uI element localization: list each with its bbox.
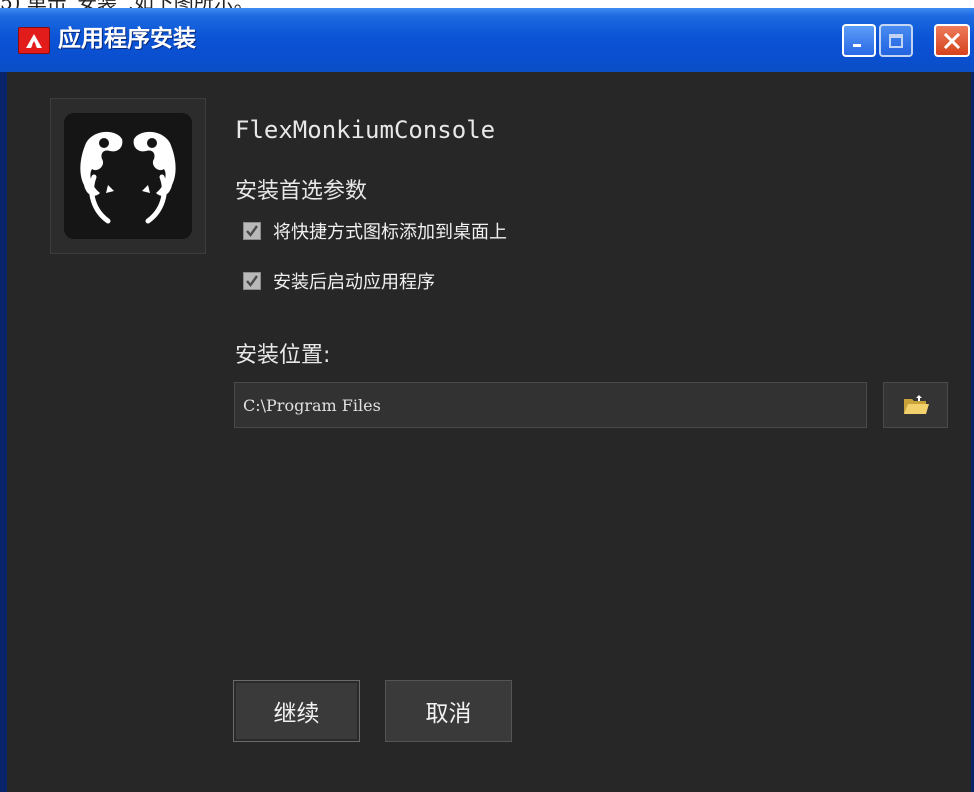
folder-open-icon [903,395,929,414]
add-shortcut-label: 将快捷方式图标添加到桌面上 [273,222,507,243]
checkmark-icon [246,225,258,237]
browse-folder-button[interactable] [883,382,948,428]
cancel-button[interactable]: 取消 [385,680,512,742]
add-shortcut-option[interactable]: 将快捷方式图标添加到桌面上 [243,218,507,244]
installer-content: FlexMonkiumConsole 安装首选参数 将快捷方式图标添加到桌面上 … [7,72,971,792]
installer-window: 应用程序安装 FlexMonkiumConsole 安装首选参数 将快捷方式图标… [0,8,974,792]
document-caption: 5) 单击“安装”,如下图所示。 [0,0,974,8]
window-title: 应用程序安装 [58,26,196,52]
minimize-button[interactable] [842,24,876,57]
launch-after-install-checkbox[interactable] [243,272,261,290]
launch-after-install-option[interactable]: 安装后启动应用程序 [243,268,435,294]
install-preferences-heading: 安装首选参数 [235,179,368,204]
install-location-label: 安装位置: [235,343,331,368]
install-path-input[interactable] [234,382,867,428]
close-icon [943,32,961,49]
adobe-air-icon [18,27,50,54]
minimize-icon [853,43,861,47]
maximize-button[interactable] [879,24,913,57]
monkey-logo-icon [64,113,192,239]
launch-after-install-label: 安装后启动应用程序 [273,272,435,293]
continue-button[interactable]: 继续 [233,680,360,742]
close-button[interactable] [934,24,970,57]
app-icon-tile [50,98,206,254]
checkmark-icon [246,275,258,287]
add-shortcut-checkbox[interactable] [243,222,261,240]
maximize-icon [889,33,903,48]
app-name: FlexMonkiumConsole [235,116,496,144]
title-bar[interactable]: 应用程序安装 [0,8,974,72]
